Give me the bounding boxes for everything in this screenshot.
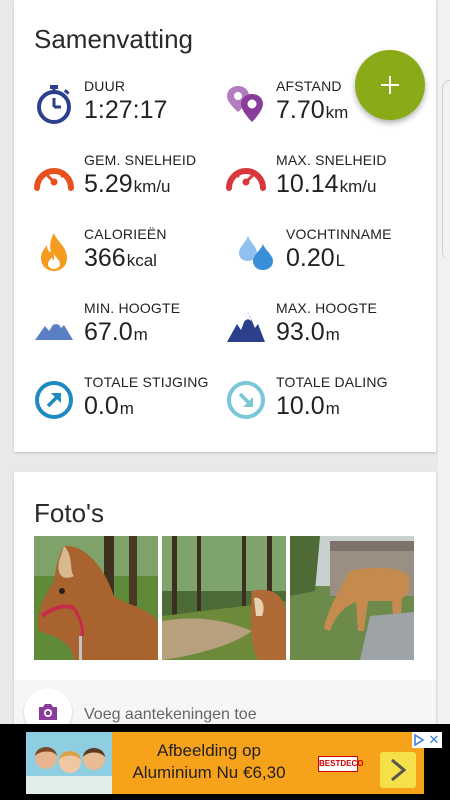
stopwatch-icon xyxy=(34,84,74,124)
stat-min-altitude: MIN. HOOGTE 67.0m xyxy=(34,300,234,360)
stat-value: 67.0m xyxy=(84,318,148,346)
stat-value: 5.29km/u xyxy=(84,170,171,198)
speedometer-max-icon xyxy=(226,158,266,198)
stat-max-speed: MAX. SNELHEID 10.14km/u xyxy=(226,152,426,212)
stat-value: 0.0m xyxy=(84,392,134,420)
mountain-high-icon xyxy=(226,306,266,346)
photo-forest-path[interactable] xyxy=(162,536,286,660)
stat-value: 93.0m xyxy=(276,318,340,346)
stat-label: TOTALE STIJGING xyxy=(84,374,209,390)
stat-hydration: VOCHTINNAME 0.20L xyxy=(236,226,436,286)
summary-title: Samenvatting xyxy=(34,24,193,54)
stat-value: 0.20L xyxy=(286,244,346,272)
photos-title: Foto's xyxy=(34,498,104,528)
photo-horse-grazing[interactable] xyxy=(290,536,414,660)
chevron-right-icon xyxy=(391,758,407,782)
stat-value: 10.0m xyxy=(276,392,340,420)
ad-brand-logo: BESTDECO xyxy=(318,756,363,772)
stat-max-altitude: MAX. HOOGTE 93.0m xyxy=(226,300,426,360)
add-fab-button[interactable] xyxy=(355,50,425,120)
add-notes-placeholder[interactable]: Voeg aantekeningen toe xyxy=(84,706,257,724)
stat-value: 1:27:17 xyxy=(84,96,168,124)
stat-label: TOTALE DALING xyxy=(276,374,388,390)
stat-label: AFSTAND xyxy=(276,78,342,94)
camera-icon xyxy=(39,704,57,720)
ascent-arrow-icon xyxy=(34,380,74,420)
mountain-low-icon xyxy=(34,306,74,346)
speedometer-avg-icon xyxy=(34,158,74,198)
adchoices-icon[interactable] xyxy=(412,732,426,748)
stat-value: 10.14km/u xyxy=(276,170,377,198)
map-pins-icon xyxy=(226,84,266,124)
photos-card: Foto's Voeg aantekeningen toe xyxy=(14,472,436,736)
stat-label: MAX. SNELHEID xyxy=(276,152,387,168)
stat-value: 366kcal xyxy=(84,244,157,272)
descent-arrow-icon xyxy=(226,380,266,420)
stat-duration: DUUR 1:27:17 xyxy=(34,78,234,138)
stat-avg-speed: GEM. SNELHEID 5.29km/u xyxy=(34,152,234,212)
water-drops-icon xyxy=(236,232,276,272)
ad-banner[interactable]: Afbeelding op Aluminium Nu €6,30 BESTDEC… xyxy=(0,724,450,800)
stat-label: DUUR xyxy=(84,78,126,94)
adjacent-card-edge xyxy=(442,80,450,260)
stat-label: MAX. HOOGTE xyxy=(276,300,377,316)
stat-total-descent: TOTALE DALING 10.0m xyxy=(226,374,426,434)
stat-label: CALORIEËN xyxy=(84,226,167,242)
ad-open-button[interactable] xyxy=(380,752,416,788)
ad-image xyxy=(26,732,112,794)
ad-close-button[interactable]: ✕ xyxy=(426,732,442,748)
stat-label: MIN. HOOGTE xyxy=(84,300,181,316)
ad-line-2: Aluminium Nu €6,30 xyxy=(132,763,286,782)
stat-total-ascent: TOTALE STIJGING 0.0m xyxy=(34,374,234,434)
photo-horse-halter[interactable] xyxy=(34,536,158,660)
add-notes-row[interactable]: Voeg aantekeningen toe xyxy=(14,680,436,736)
ad-line-1: Afbeelding op xyxy=(157,741,261,760)
flame-icon xyxy=(34,232,74,272)
stat-label: VOCHTINNAME xyxy=(286,226,392,242)
ad-content[interactable]: Afbeelding op Aluminium Nu €6,30 BESTDEC… xyxy=(26,732,442,794)
stat-value: 7.70km xyxy=(276,96,349,124)
stat-label: GEM. SNELHEID xyxy=(84,152,197,168)
ad-text: Afbeelding op Aluminium Nu €6,30 xyxy=(114,740,304,784)
stat-calories: CALORIEËN 366kcal xyxy=(34,226,234,286)
